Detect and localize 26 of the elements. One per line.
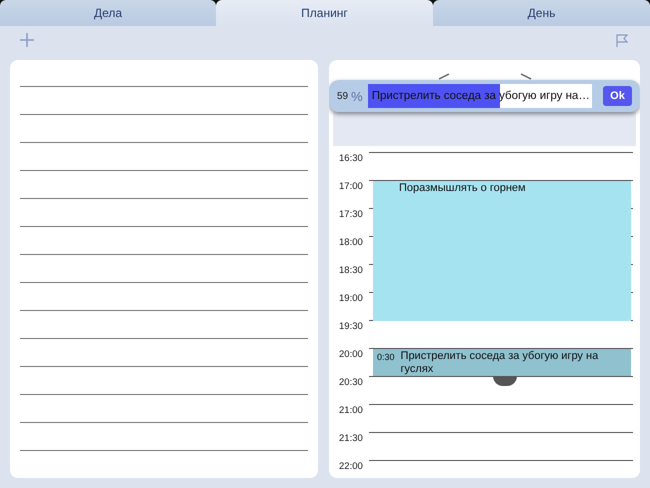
time-label: 18:00 bbox=[338, 237, 364, 250]
resize-handle[interactable] bbox=[493, 376, 517, 386]
time-label: 21:30 bbox=[338, 433, 364, 446]
time-label: 21:00 bbox=[338, 405, 364, 418]
percent-value: 59 bbox=[337, 90, 348, 102]
ok-button[interactable]: Ok bbox=[603, 86, 632, 106]
time-label: 20:30 bbox=[338, 377, 364, 390]
time-label: 22:00 bbox=[338, 461, 364, 474]
time-label: 19:30 bbox=[338, 321, 364, 334]
tab[interactable]: Планинг bbox=[216, 0, 433, 26]
event-title: Пристрелить соседа за убогую игру на гуслях bbox=[400, 349, 600, 376]
percent-sign: % bbox=[351, 88, 363, 104]
time-label: 18:30 bbox=[338, 265, 364, 278]
time-label: 19:00 bbox=[338, 293, 364, 306]
chevron-left-icon[interactable] bbox=[438, 73, 450, 81]
time-label: 17:00 bbox=[338, 181, 364, 194]
tab[interactable]: День bbox=[433, 0, 650, 26]
chevron-right-icon[interactable] bbox=[520, 73, 532, 81]
time-label: 20:00 bbox=[338, 349, 364, 362]
event-duration: 0:30 bbox=[377, 351, 395, 362]
plus-icon[interactable] bbox=[20, 33, 34, 47]
tab[interactable]: Дела bbox=[0, 0, 216, 26]
event-title: Поразмышлять о горнем bbox=[398, 181, 526, 195]
flag-icon[interactable] bbox=[616, 34, 628, 46]
time-label: 17:30 bbox=[338, 209, 364, 222]
time-label: 16:30 bbox=[338, 153, 364, 166]
